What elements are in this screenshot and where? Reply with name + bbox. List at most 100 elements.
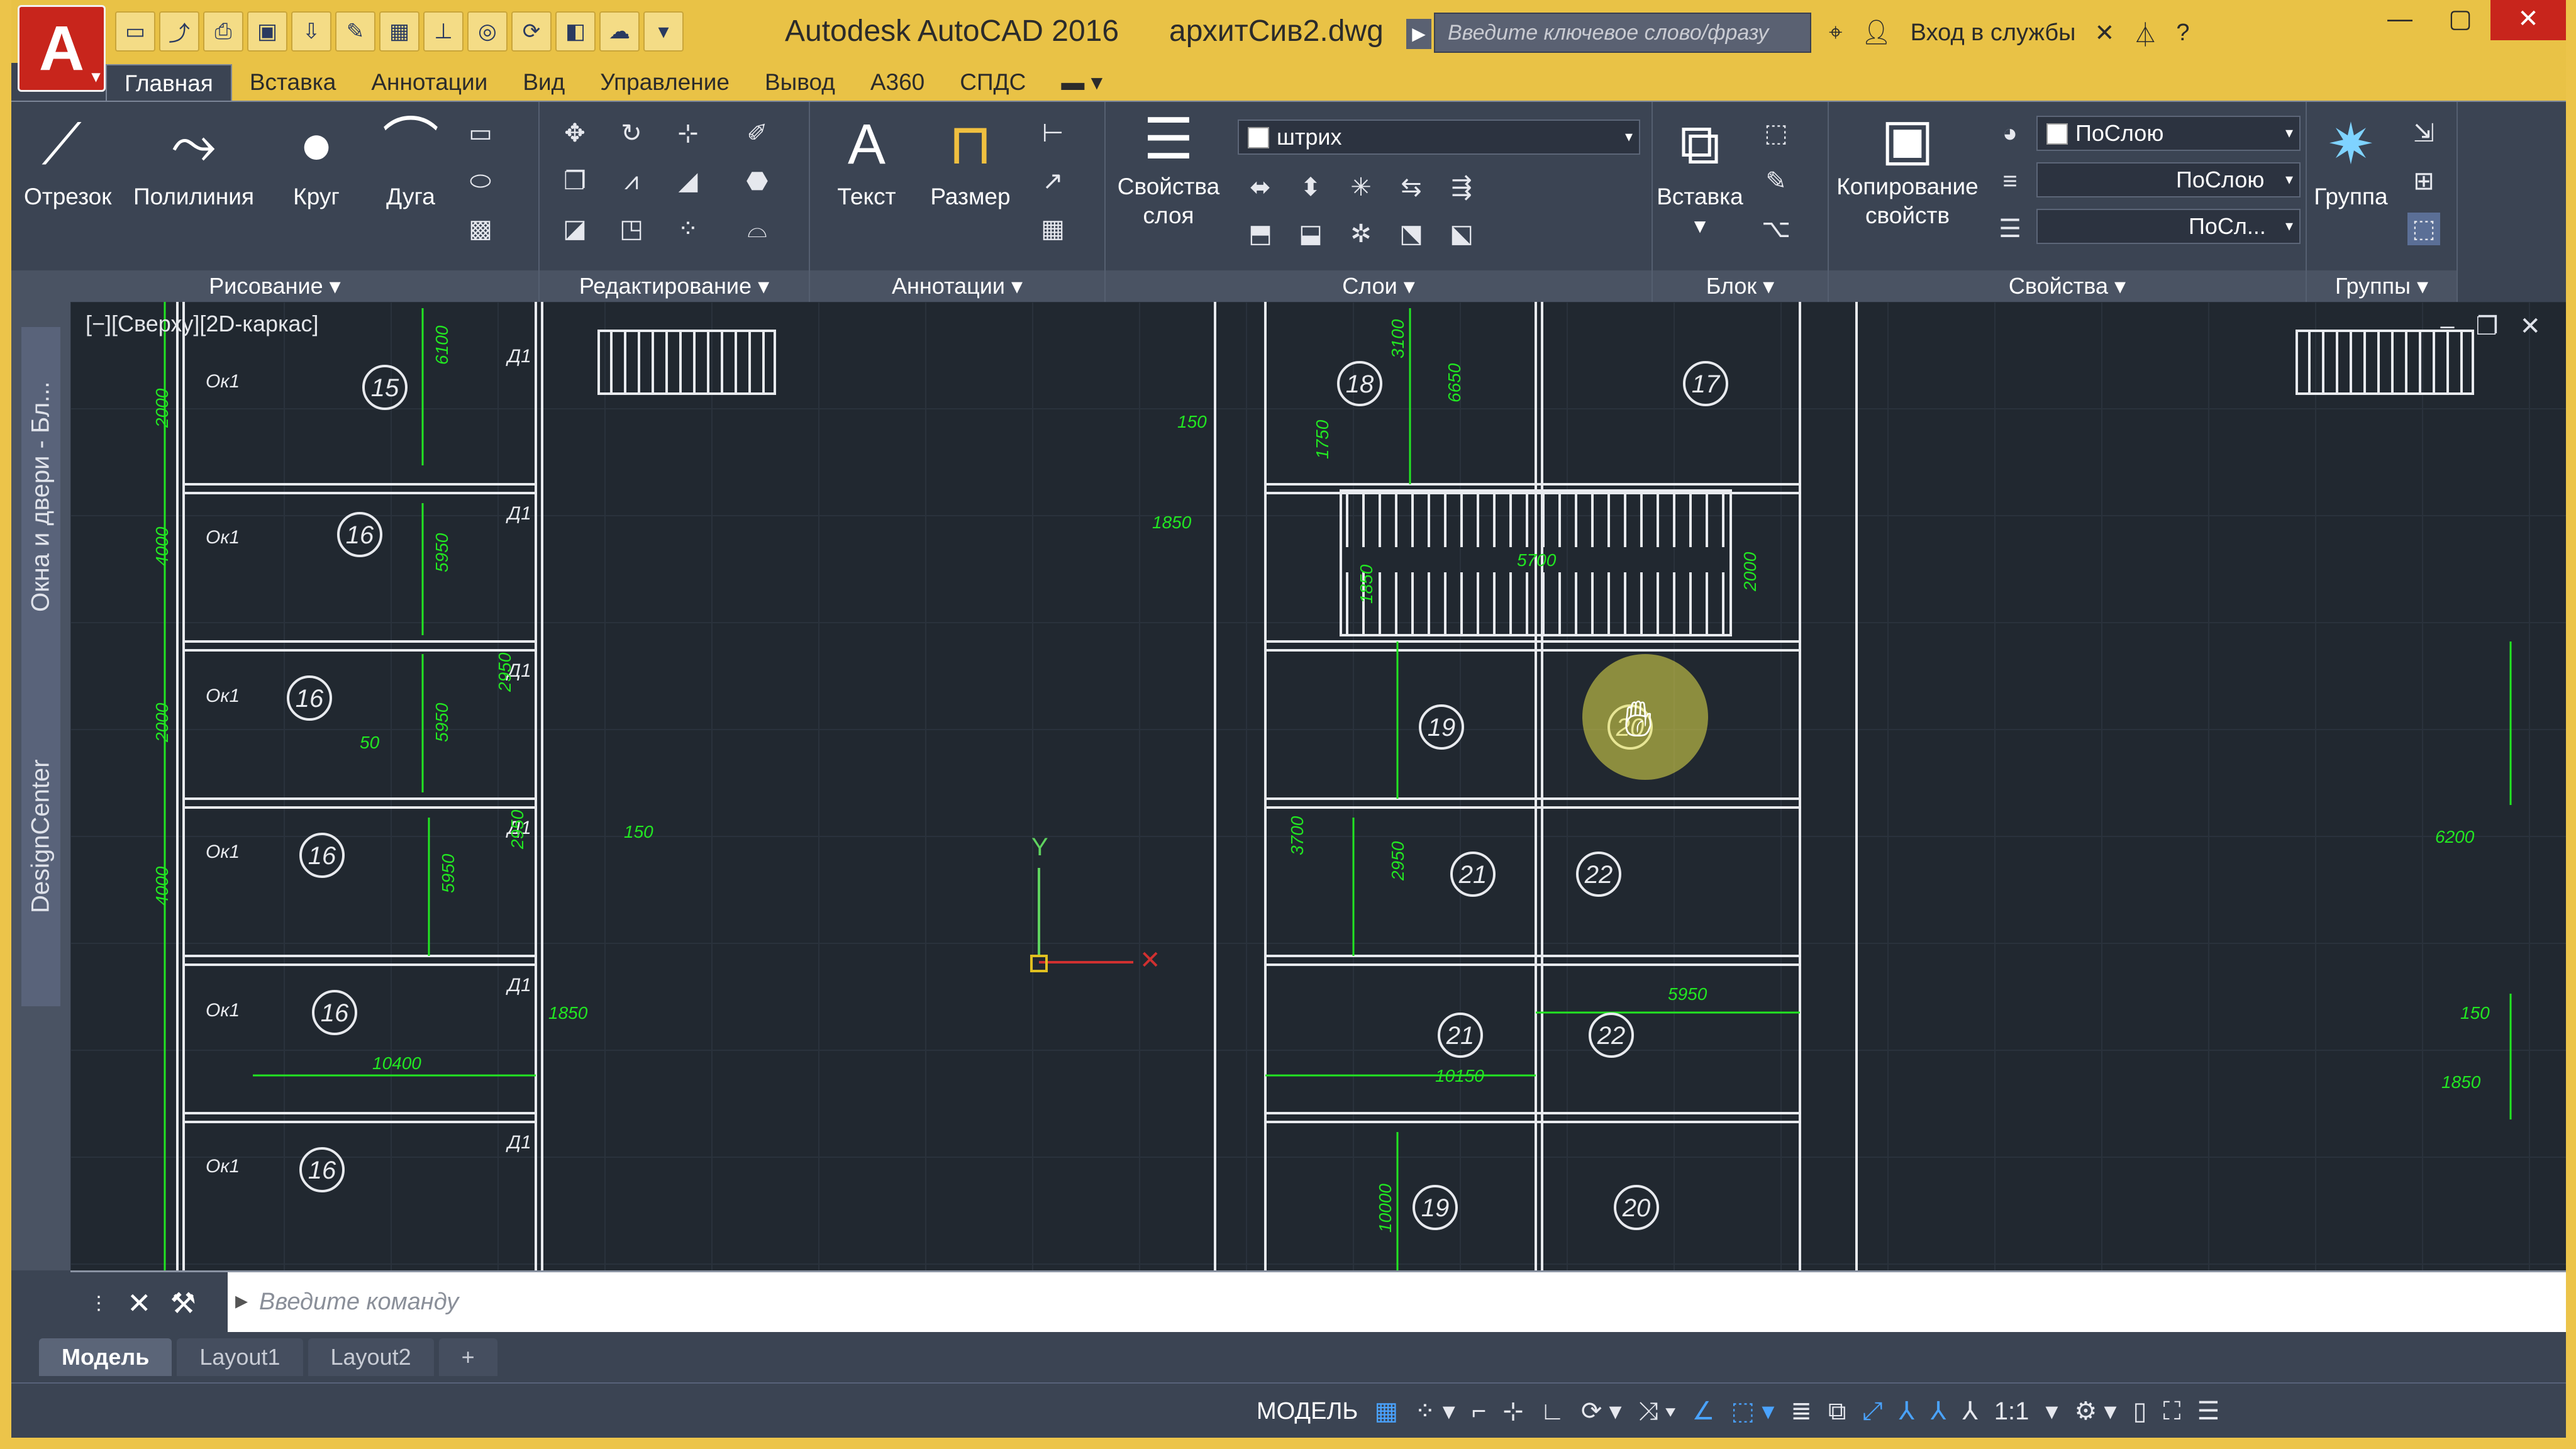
- tab-layout1[interactable]: Layout1: [177, 1338, 303, 1376]
- ribbon-toggle-icon[interactable]: ▬ ▾: [1043, 64, 1120, 101]
- color-dropdown[interactable]: ПоСлою ▾: [2036, 116, 2301, 151]
- tab-manage[interactable]: Управление: [582, 64, 747, 101]
- tab-insert[interactable]: Вставка: [232, 64, 354, 101]
- tab-spds[interactable]: СПДС: [942, 64, 1043, 101]
- move-icon[interactable]: ✥: [558, 117, 591, 150]
- command-line[interactable]: ⋮ ✕ ⚒ ▸ Введите команду: [70, 1270, 2566, 1334]
- explode-icon[interactable]: ⬣: [741, 165, 774, 197]
- add-layout-button[interactable]: +: [438, 1338, 497, 1376]
- layer-tool-icon[interactable]: ⬕: [1445, 218, 1478, 250]
- search-input[interactable]: ▶ Введите ключевое слово/фразу: [1406, 13, 1811, 53]
- object-snap-tracking-icon[interactable]: ∠: [1692, 1397, 1715, 1426]
- command-prompt-icon[interactable]: ▸: [235, 1286, 248, 1315]
- layer-tool-icon[interactable]: ⇶: [1445, 171, 1478, 204]
- table-icon[interactable]: ▦: [1036, 213, 1069, 245]
- viewport-controls[interactable]: [−][Сверху][2D-каркас]: [86, 311, 319, 337]
- signin-link[interactable]: Вход в службы: [1911, 19, 2076, 47]
- color-wheel-icon[interactable]: ◕: [1994, 117, 2026, 150]
- layer-tool-icon[interactable]: ⬔: [1395, 218, 1428, 250]
- tab-model[interactable]: Модель: [39, 1338, 172, 1376]
- hardware-acceleration-icon[interactable]: ⛶: [2163, 1397, 2181, 1426]
- minimize-button[interactable]: —: [2370, 0, 2430, 40]
- chevron-down-icon[interactable]: ▾: [2045, 1397, 2058, 1426]
- exchange-icon[interactable]: ✕: [2094, 19, 2114, 47]
- object-snap-icon[interactable]: ⬚ ▾: [1731, 1397, 1774, 1426]
- close-icon[interactable]: ✕: [2519, 312, 2541, 341]
- gradient-icon[interactable]: ▩: [464, 213, 497, 245]
- restore-icon[interactable]: ❐: [2476, 312, 2499, 341]
- layer-tool-icon[interactable]: ⬒: [1244, 218, 1277, 250]
- lineweight-icon[interactable]: ≡: [1994, 165, 2026, 197]
- panel-annotation-title[interactable]: Аннотации ▾: [810, 270, 1104, 302]
- annotation-scale-value[interactable]: 1:1: [1994, 1397, 2029, 1426]
- line-button[interactable]: ⟋ Отрезок: [24, 113, 111, 211]
- edit-block-icon[interactable]: ✎: [1760, 165, 1792, 197]
- layer-dropdown[interactable]: штрих ▾: [1238, 119, 1640, 155]
- group-button[interactable]: ✷ Группа: [2307, 113, 2395, 211]
- match-properties-button[interactable]: ▣ Копирование свойств: [1829, 111, 1986, 230]
- ortho-icon[interactable]: ∟: [1540, 1397, 1565, 1426]
- text-button[interactable]: A Текст: [829, 113, 904, 211]
- gear-icon[interactable]: ⚙ ▾: [2074, 1397, 2116, 1426]
- saveas-icon[interactable]: ⇩: [291, 11, 331, 52]
- polyline-button[interactable]: ⤳ Полилиния: [131, 113, 257, 211]
- help-icon[interactable]: ?: [2176, 19, 2189, 47]
- annotation-visibility-icon[interactable]: ⅄: [1899, 1397, 1914, 1426]
- panel-properties-title[interactable]: Свойства ▾: [1829, 270, 2306, 302]
- user-icon[interactable]: 👤︎: [1861, 19, 1891, 47]
- layout-icon[interactable]: ◧: [555, 11, 596, 52]
- panel-modify-title[interactable]: Редактирование ▾: [540, 270, 809, 302]
- maximize-button[interactable]: ▢: [2430, 0, 2490, 40]
- expand-arrow-icon[interactable]: ▶: [1406, 19, 1431, 49]
- isolate-icon[interactable]: ▯: [2133, 1397, 2147, 1426]
- annotation-scale-icon[interactable]: ⅄: [1962, 1397, 1977, 1426]
- selection-cycling-icon[interactable]: ⤢: [1862, 1397, 1882, 1426]
- rotate-icon[interactable]: ↻: [615, 117, 648, 150]
- linetype-dropdown[interactable]: ПоСл... ▾: [2036, 209, 2301, 244]
- save-icon[interactable]: ▣: [247, 11, 287, 52]
- wrench-icon[interactable]: ⚒: [170, 1286, 196, 1320]
- linear-dim-icon[interactable]: ⊢: [1036, 117, 1069, 150]
- arc-button[interactable]: ⌒ Дуга: [376, 113, 445, 211]
- attribute-icon[interactable]: ⌥: [1760, 213, 1792, 245]
- palette-windows-doors[interactable]: Окна и двери - Бл...: [21, 327, 60, 667]
- layer-tool-icon[interactable]: ⇆: [1395, 171, 1428, 204]
- dropdown-icon[interactable]: ▾: [643, 11, 684, 52]
- close-icon[interactable]: ✕: [127, 1286, 152, 1320]
- infer-icon[interactable]: ⌐: [1472, 1397, 1486, 1426]
- tab-a360[interactable]: A360: [853, 64, 942, 101]
- open-icon[interactable]: ⤴: [159, 11, 199, 52]
- group-edit-icon[interactable]: ⊞: [2407, 165, 2440, 197]
- tab-view[interactable]: Вид: [505, 64, 582, 101]
- rectangle-icon[interactable]: ▭: [464, 117, 497, 150]
- layer-tool-icon[interactable]: ✳: [1345, 171, 1377, 204]
- grid-icon[interactable]: ▦: [1374, 1397, 1398, 1426]
- leader-icon[interactable]: ↗: [1036, 165, 1069, 197]
- offset-icon[interactable]: ⌓: [741, 213, 774, 245]
- array-icon[interactable]: ⁘: [672, 213, 704, 245]
- stretch-icon[interactable]: ◪: [558, 213, 591, 245]
- layer-tool-icon[interactable]: ⬌: [1244, 171, 1277, 204]
- hatch-icon[interactable]: ⬭: [464, 165, 497, 197]
- ungroup-icon[interactable]: ⇲: [2407, 117, 2440, 150]
- trim-icon[interactable]: ⊹: [672, 117, 704, 150]
- table-icon[interactable]: ▦: [379, 11, 419, 52]
- publish-icon[interactable]: ✎: [335, 11, 375, 52]
- snap-icon[interactable]: ⁘ ▾: [1414, 1397, 1455, 1426]
- application-menu-button[interactable]: A ▾: [18, 5, 106, 92]
- share-icon[interactable]: ⟳: [511, 11, 552, 52]
- erase-icon[interactable]: ✐: [741, 117, 774, 150]
- dynamic-input-icon[interactable]: ⊹: [1502, 1397, 1524, 1426]
- circle-button[interactable]: ● Круг: [282, 113, 351, 211]
- tab-home[interactable]: Главная: [106, 64, 232, 101]
- panel-groups-title[interactable]: Группы ▾: [2307, 270, 2457, 302]
- plot-icon[interactable]: ⎙: [203, 11, 243, 52]
- palette-designcenter[interactable]: DesignCenter: [21, 667, 60, 1006]
- connect-icon[interactable]: ⏃: [2133, 16, 2157, 50]
- model-space-button[interactable]: МОДЕЛЬ: [1257, 1398, 1358, 1425]
- isodraft-icon[interactable]: ⤨ ▾: [1638, 1397, 1676, 1426]
- customize-icon[interactable]: ☰: [2197, 1397, 2220, 1426]
- group-select-icon[interactable]: ⬚: [2407, 213, 2440, 245]
- drawing-viewport[interactable]: [−][Сверху][2D-каркас] – ❐ ✕ 15 16 16 16 16 1…: [70, 302, 2566, 1270]
- copy-icon[interactable]: ❐: [558, 165, 591, 197]
